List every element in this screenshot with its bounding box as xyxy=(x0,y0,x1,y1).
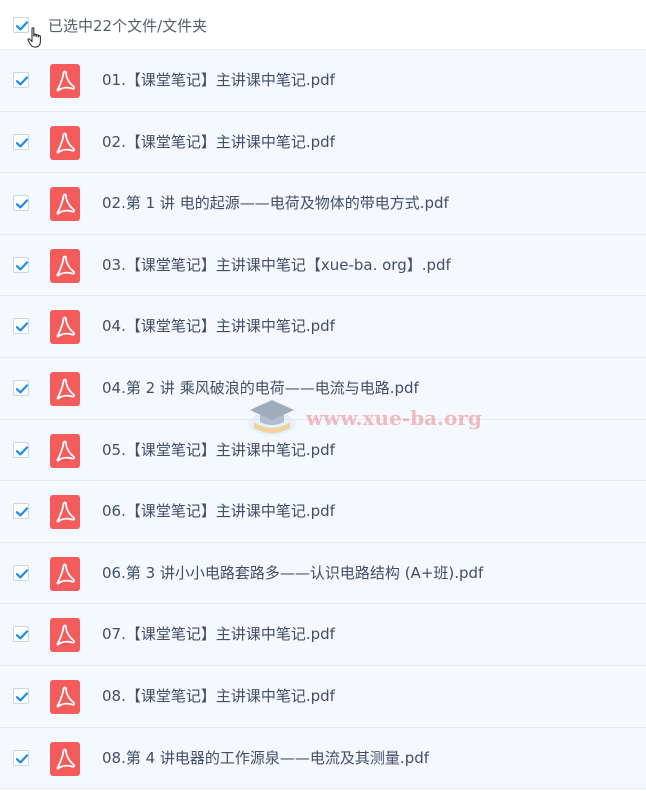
file-row[interactable]: 04.第 2 讲 乘风破浪的电荷——电流与电路.pdf xyxy=(0,357,646,420)
file-list-page: 已选中22个文件/文件夹 01.【课堂笔记】主讲课中笔记.pdf 02.【课堂笔记… xyxy=(0,0,646,791)
file-name[interactable]: 05.【课堂笔记】主讲课中笔记.pdf xyxy=(102,440,335,460)
pdf-file-icon xyxy=(50,125,80,160)
checkbox-checked-icon xyxy=(15,630,29,640)
file-row[interactable]: 08.第 4 讲电器的工作源泉——电流及其测量.pdf xyxy=(0,727,646,790)
selection-header: 已选中22个文件/文件夹 xyxy=(0,0,646,50)
selection-count-text: 已选中22个文件/文件夹 xyxy=(48,17,208,35)
file-row[interactable]: 02.【课堂笔记】主讲课中笔记.pdf xyxy=(0,111,646,174)
file-checkbox[interactable] xyxy=(13,72,29,88)
checkbox-checked-icon xyxy=(15,507,29,517)
checkbox-checked-icon xyxy=(15,322,29,332)
file-name[interactable]: 01.【课堂笔记】主讲课中笔记.pdf xyxy=(102,70,335,90)
file-row[interactable]: 03.【课堂笔记】主讲课中笔记【xue-ba. org】.pdf xyxy=(0,234,646,297)
file-checkbox[interactable] xyxy=(13,441,29,458)
pdf-file-icon xyxy=(50,248,80,283)
file-row[interactable]: 06.【课堂笔记】主讲课中笔记.pdf xyxy=(0,481,646,543)
pdf-file-icon xyxy=(50,371,80,406)
file-name[interactable]: 06.第 3 讲小小电路套路多——认识电路结构 (A+班).pdf xyxy=(102,563,483,583)
file-row[interactable]: 04.【课堂笔记】主讲课中笔记.pdf xyxy=(0,296,646,358)
pdf-file-icon xyxy=(50,741,80,776)
pdf-file-icon xyxy=(50,310,80,345)
file-name[interactable]: 03.【课堂笔记】主讲课中笔记【xue-ba. org】.pdf xyxy=(102,255,451,275)
file-checkbox[interactable] xyxy=(13,564,29,581)
file-checkbox[interactable] xyxy=(13,749,29,766)
file-name[interactable]: 02.第 1 讲 电的起源——电荷及物体的带电方式.pdf xyxy=(102,193,449,213)
file-row[interactable]: 05.【课堂笔记】主讲课中笔记.pdf xyxy=(0,419,646,482)
file-name[interactable]: 06.【课堂笔记】主讲课中笔记.pdf xyxy=(102,501,335,521)
file-checkbox[interactable] xyxy=(13,318,29,335)
file-name[interactable]: 02.【课堂笔记】主讲课中笔记.pdf xyxy=(102,132,335,152)
file-checkbox[interactable] xyxy=(13,687,29,704)
file-checkbox[interactable] xyxy=(13,626,29,643)
file-name[interactable]: 08.【课堂笔记】主讲课中笔记.pdf xyxy=(102,686,335,706)
checkbox-checked-icon xyxy=(15,384,29,394)
pdf-file-icon xyxy=(50,433,80,468)
checkbox-checked-icon xyxy=(15,137,29,148)
file-row[interactable]: 07.【课堂笔记】主讲课中笔记.pdf xyxy=(0,604,646,666)
file-row[interactable]: 06.第 3 讲小小电路套路多——认识电路结构 (A+班).pdf xyxy=(0,542,646,605)
file-checkbox[interactable] xyxy=(13,379,29,396)
pdf-file-icon xyxy=(50,679,80,714)
file-checkbox[interactable] xyxy=(13,256,29,273)
file-row[interactable]: 01.【课堂笔记】主讲课中笔记.pdf xyxy=(0,50,646,112)
checkbox-checked-icon xyxy=(15,753,29,764)
pdf-file-icon xyxy=(50,556,80,591)
file-checkbox[interactable] xyxy=(13,503,29,520)
checkbox-checked-icon xyxy=(15,199,29,209)
pdf-file-icon xyxy=(50,495,80,530)
pdf-file-icon xyxy=(50,187,80,222)
checkbox-checked-icon xyxy=(15,261,29,271)
file-name[interactable]: 07.【课堂笔记】主讲课中笔记.pdf xyxy=(102,624,335,644)
pdf-file-icon xyxy=(50,64,80,98)
file-checkbox[interactable] xyxy=(13,195,29,212)
checkbox-checked-icon xyxy=(15,692,29,702)
file-row[interactable]: 02.第 1 讲 电的起源——电荷及物体的带电方式.pdf xyxy=(0,173,646,235)
checkbox-checked-icon xyxy=(15,569,29,579)
file-name[interactable]: 04.【课堂笔记】主讲课中笔记.pdf xyxy=(102,316,335,336)
file-list: 01.【课堂笔记】主讲课中笔记.pdf 02.【课堂笔记】主讲课中笔记.pdf 02… xyxy=(0,50,646,790)
file-name[interactable]: 08.第 4 讲电器的工作源泉——电流及其测量.pdf xyxy=(102,748,429,768)
checkbox-checked-icon xyxy=(15,445,29,456)
checkbox-checked-icon xyxy=(15,76,29,86)
file-name[interactable]: 04.第 2 讲 乘风破浪的电荷——电流与电路.pdf xyxy=(102,378,419,398)
file-checkbox[interactable] xyxy=(13,133,29,150)
file-row[interactable]: 08.【课堂笔记】主讲课中笔记.pdf xyxy=(0,665,646,728)
pdf-file-icon xyxy=(50,618,80,653)
